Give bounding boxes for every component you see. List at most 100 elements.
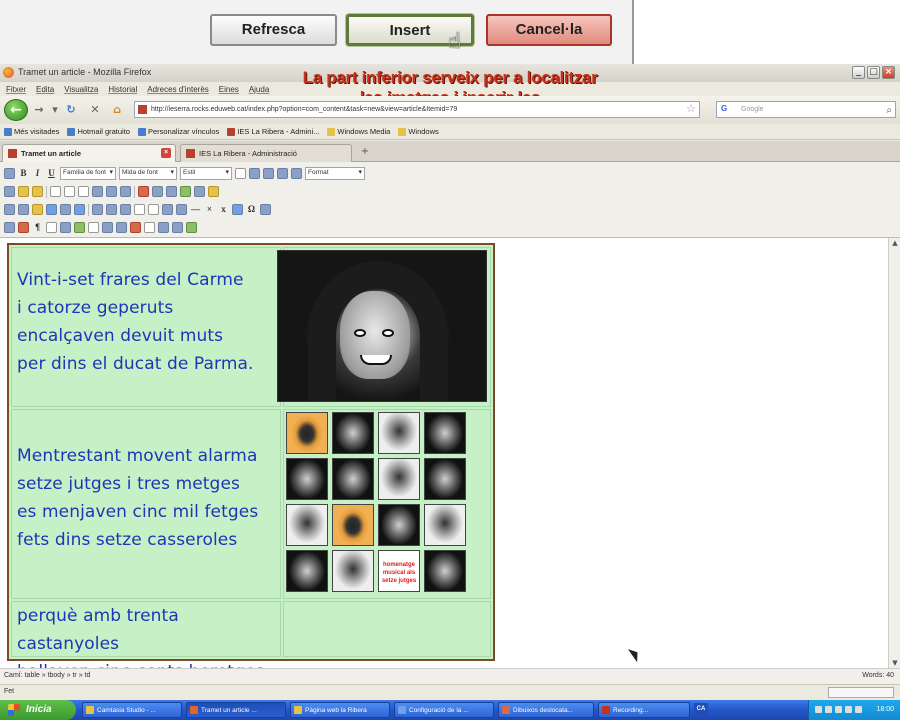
emoticon-icon[interactable]: [32, 204, 43, 215]
menu-view[interactable]: Visualitza: [64, 85, 98, 94]
hr-icon[interactable]: —: [190, 204, 201, 215]
hooded-figure-photo[interactable]: [277, 250, 487, 402]
nonbreaking-icon[interactable]: [186, 222, 197, 233]
taskbar-item[interactable]: Recording...: [598, 702, 690, 718]
tray-icon[interactable]: [825, 706, 832, 713]
bullet-list-icon[interactable]: [106, 186, 117, 197]
tray-icon[interactable]: [835, 706, 842, 713]
spellcheck-icon[interactable]: [18, 222, 29, 233]
vertical-scrollbar[interactable]: ▲ ▼: [888, 238, 900, 668]
rtl-icon[interactable]: [18, 204, 29, 215]
subscript-icon[interactable]: x: [218, 204, 229, 215]
redo-icon[interactable]: [92, 186, 103, 197]
refresh-button[interactable]: Refresca: [210, 14, 337, 46]
media-icon[interactable]: [60, 204, 71, 215]
underline-icon[interactable]: U: [46, 168, 57, 179]
tray-icon[interactable]: [845, 706, 852, 713]
menu-edit[interactable]: Edita: [36, 85, 54, 94]
menu-file[interactable]: Fitxer: [6, 85, 26, 94]
start-button[interactable]: Inicia: [0, 700, 76, 720]
style-props-icon[interactable]: [74, 222, 85, 233]
bookmark-item[interactable]: Hotmail gratuito: [67, 127, 130, 136]
numbered-list-icon[interactable]: [120, 186, 131, 197]
abbr-icon[interactable]: [102, 222, 113, 233]
taskbar-item[interactable]: Dibuixos deslocata...: [498, 702, 594, 718]
portrait-collage-image[interactable]: homenatge musical als setze jutges: [286, 412, 470, 594]
search-input[interactable]: G Google ⌕: [716, 101, 896, 118]
ins-icon[interactable]: [144, 222, 155, 233]
close-tab-icon[interactable]: ×: [161, 148, 171, 158]
taskbar-item[interactable]: Pàgina web la Ribera: [290, 702, 390, 718]
ltr-icon[interactable]: [4, 204, 15, 215]
visual-chars-icon[interactable]: [172, 222, 183, 233]
italic-icon[interactable]: I: [32, 168, 43, 179]
binoculars-icon[interactable]: [4, 186, 15, 197]
indent-icon[interactable]: [152, 186, 163, 197]
copy-icon[interactable]: [64, 186, 75, 197]
scroll-up-icon[interactable]: ▲: [890, 239, 900, 247]
bold-icon[interactable]: B: [18, 168, 29, 179]
table-cell[interactable]: Mentrestant movent alarma setze jutges i…: [11, 409, 281, 599]
language-indicator[interactable]: CA: [694, 703, 708, 716]
template-icon[interactable]: [74, 204, 85, 215]
reload-icon[interactable]: ↻: [64, 103, 78, 117]
bookmark-item[interactable]: Personalizar vínculos: [137, 127, 219, 136]
tray-icon[interactable]: [855, 706, 862, 713]
font-family-select[interactable]: Família de font: [60, 167, 116, 180]
paste-icon[interactable]: [78, 186, 89, 197]
del-icon[interactable]: [130, 222, 141, 233]
home-icon[interactable]: ⌂: [110, 103, 124, 117]
minimize-icon[interactable]: _: [852, 66, 865, 79]
search-icon[interactable]: ⌕: [886, 103, 892, 118]
tab-tramet-article[interactable]: Tramet un article ×: [2, 144, 176, 162]
link-icon[interactable]: [180, 186, 191, 197]
highlight-icon[interactable]: [32, 186, 43, 197]
forward-icon[interactable]: →: [32, 103, 46, 117]
row-props-icon[interactable]: [106, 204, 117, 215]
fullscreen-icon[interactable]: [4, 222, 15, 233]
text-color-icon[interactable]: [18, 186, 29, 197]
bookmark-item[interactable]: Windows Media: [327, 127, 390, 136]
tray-icon[interactable]: [815, 706, 822, 713]
delete-col-icon[interactable]: [176, 204, 187, 215]
address-bar[interactable]: http://ieserra.rocks.eduweb.cat/index.ph…: [134, 101, 700, 118]
menu-bookmarks[interactable]: Adreces d'interès: [147, 85, 209, 94]
bookmark-star-icon[interactable]: ☆: [686, 102, 696, 115]
scissors-icon[interactable]: [138, 186, 149, 197]
undo-icon[interactable]: [4, 168, 15, 179]
font-size-select[interactable]: Mida de font: [119, 167, 177, 180]
pilcrow-icon[interactable]: ¶: [32, 222, 43, 233]
cancel-button[interactable]: Cancel·la: [486, 14, 612, 46]
strikethrough-icon[interactable]: [235, 168, 246, 179]
maximize-icon[interactable]: □: [867, 66, 880, 79]
stop-icon[interactable]: ✕: [88, 103, 102, 117]
abs-position-icon[interactable]: [60, 222, 71, 233]
outdent-icon[interactable]: [166, 186, 177, 197]
special-char-icon[interactable]: Ω: [246, 204, 257, 215]
bookmark-item[interactable]: Més visitades: [4, 127, 59, 136]
bookmark-item[interactable]: IES La Ribera - Admini...: [227, 127, 319, 136]
attribs-icon[interactable]: [158, 222, 169, 233]
insert-col-icon[interactable]: [162, 204, 173, 215]
cite-icon[interactable]: [88, 222, 99, 233]
cut-icon[interactable]: [50, 186, 61, 197]
layer-icon[interactable]: [46, 222, 57, 233]
align-right-icon[interactable]: [277, 168, 288, 179]
table-icon[interactable]: [92, 204, 103, 215]
taskbar-item[interactable]: Camtasia Studio - ...: [82, 702, 182, 718]
menu-history[interactable]: Historial: [108, 85, 137, 94]
insert-row-icon[interactable]: [134, 204, 145, 215]
taskbar-item[interactable]: Configuració de la ...: [394, 702, 494, 718]
close-icon[interactable]: ×: [882, 66, 895, 79]
new-tab-icon[interactable]: +: [356, 146, 374, 160]
print-icon[interactable]: [260, 204, 271, 215]
anchor-icon[interactable]: [208, 186, 219, 197]
scroll-down-icon[interactable]: ▼: [890, 659, 900, 667]
format-select[interactable]: Format: [305, 167, 365, 180]
unlink-icon[interactable]: [194, 186, 205, 197]
image-icon[interactable]: [46, 204, 57, 215]
style-select[interactable]: Estil: [180, 167, 232, 180]
acronym-icon[interactable]: [116, 222, 127, 233]
table-cell-empty[interactable]: [283, 601, 491, 657]
insert-image-icon[interactable]: [232, 204, 243, 215]
